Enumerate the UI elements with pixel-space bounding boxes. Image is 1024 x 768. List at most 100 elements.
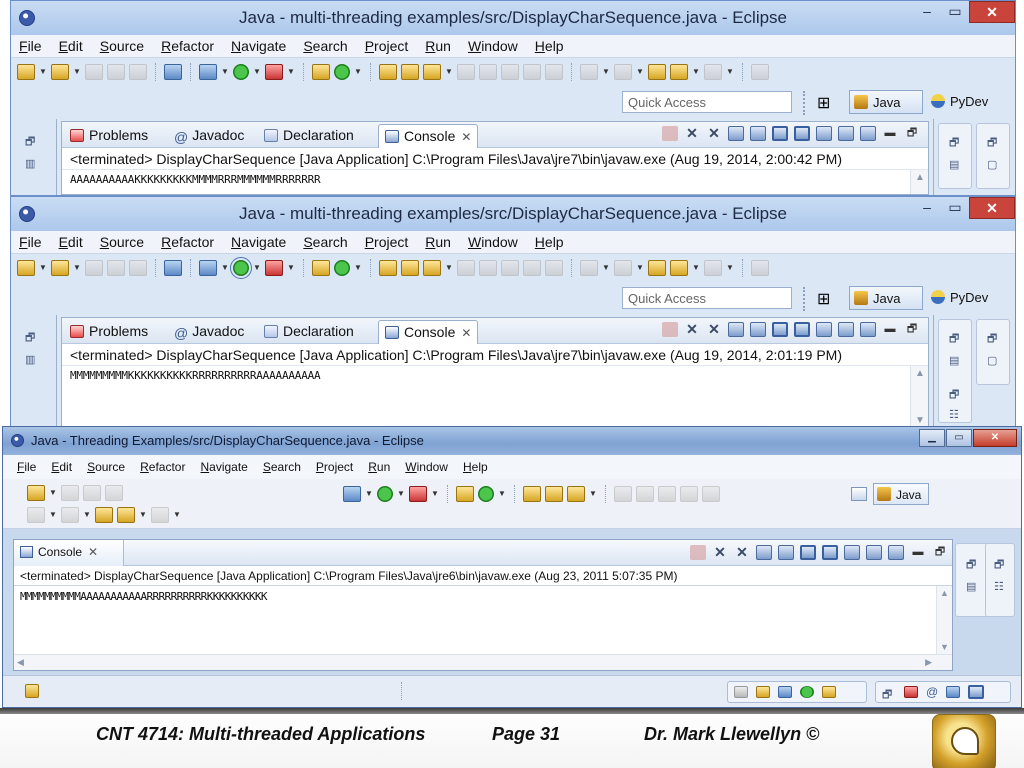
menu-help[interactable]: Help xyxy=(463,460,488,474)
chevron-down-icon[interactable] xyxy=(354,64,362,80)
last-edit-icon[interactable] xyxy=(95,507,113,523)
maximize-button[interactable]: ▭ xyxy=(941,197,969,219)
horizontal-scrollbar[interactable]: ◀ ▶ xyxy=(14,654,952,670)
close-button[interactable]: ✕ xyxy=(969,1,1015,23)
tab-declaration[interactable]: Declaration xyxy=(258,124,360,148)
menu-run[interactable]: Run xyxy=(368,460,390,474)
title-bar[interactable]: Java - multi-threading examples/src/Disp… xyxy=(11,197,1015,231)
menu-source[interactable]: Source xyxy=(87,460,125,474)
save-icon[interactable] xyxy=(61,485,79,501)
annotation-icon[interactable] xyxy=(457,259,475,276)
menu-edit[interactable]: Edit xyxy=(51,460,72,474)
chevron-down-icon[interactable] xyxy=(445,64,453,80)
problems-icon[interactable] xyxy=(904,686,918,698)
restore-icon[interactable]: 🗗 xyxy=(994,556,1008,571)
minimize-icon[interactable]: ▬ xyxy=(882,126,898,141)
next-annotation-icon[interactable] xyxy=(27,507,45,523)
grip-handle[interactable] xyxy=(803,287,807,311)
external-tools-icon[interactable] xyxy=(409,486,427,502)
maximize-button[interactable]: ▭ xyxy=(946,429,972,447)
back-arrow-icon[interactable] xyxy=(670,259,688,276)
tree-icon[interactable]: ☷ xyxy=(994,580,1008,593)
console-icon[interactable] xyxy=(968,685,985,699)
menu-source[interactable]: Source xyxy=(100,38,144,54)
menu-help[interactable]: Help xyxy=(535,38,564,54)
terminate-icon[interactable] xyxy=(662,322,678,337)
chevron-down-icon[interactable] xyxy=(39,64,47,80)
tab-declaration[interactable]: Declaration xyxy=(258,320,360,344)
paragraph-icon[interactable] xyxy=(545,63,563,80)
menu-navigate[interactable]: Navigate xyxy=(231,234,286,250)
new-icon[interactable] xyxy=(17,259,35,276)
vertical-scrollbar[interactable]: ▲ xyxy=(910,170,928,194)
last-edit-icon[interactable] xyxy=(648,259,666,276)
prev-annotation-icon[interactable] xyxy=(61,507,79,523)
save-icon[interactable] xyxy=(85,259,103,276)
menu-edit[interactable]: Edit xyxy=(59,38,83,54)
chevron-down-icon[interactable] xyxy=(589,486,597,502)
menu-search[interactable]: Search xyxy=(263,460,301,474)
forward-arrow-icon[interactable] xyxy=(151,507,169,523)
minimize-icon[interactable]: ▬ xyxy=(910,545,926,560)
remove-launch-icon[interactable]: ✕ xyxy=(684,322,700,337)
new-project-icon[interactable] xyxy=(51,63,69,80)
chevron-down-icon[interactable] xyxy=(365,486,373,502)
maximize-icon[interactable]: 🗗 xyxy=(904,126,920,141)
show-on-error-icon[interactable] xyxy=(794,322,810,337)
open-type-icon[interactable] xyxy=(379,259,397,276)
hierarchy-icon[interactable]: ▥ xyxy=(25,353,39,366)
chevron-down-icon[interactable] xyxy=(397,486,405,502)
perspective-pydev-button[interactable]: PyDev xyxy=(927,90,1007,114)
perspective-pydev-button[interactable]: PyDev xyxy=(927,286,1007,310)
prev-annotation-icon[interactable] xyxy=(614,259,632,276)
edit-icon[interactable] xyxy=(479,63,497,80)
scroll-up-icon[interactable]: ▲ xyxy=(915,368,925,379)
scroll-down-icon[interactable]: ▼ xyxy=(940,642,949,652)
quick-access-input[interactable]: Quick Access xyxy=(622,91,792,113)
new-class-icon[interactable] xyxy=(334,63,350,80)
perspective-java-button[interactable]: Java xyxy=(873,483,929,505)
paragraph-icon[interactable] xyxy=(545,259,563,276)
new-icon[interactable] xyxy=(17,63,35,80)
open-perspective-icon[interactable] xyxy=(851,487,867,501)
display-console-icon[interactable] xyxy=(866,545,882,560)
new-class-icon[interactable] xyxy=(334,259,350,276)
chevron-down-icon[interactable] xyxy=(602,64,610,80)
chevron-down-icon[interactable] xyxy=(287,64,295,80)
restore-icon[interactable]: 🗗 xyxy=(882,686,896,701)
image-icon[interactable] xyxy=(778,686,792,698)
show-on-output-icon[interactable] xyxy=(800,545,816,560)
pin-icon[interactable] xyxy=(751,259,769,276)
remove-all-icon[interactable]: ✕ xyxy=(734,545,750,560)
star-icon[interactable] xyxy=(822,686,836,698)
menu-file[interactable]: File xyxy=(19,38,42,54)
outline-icon[interactable]: ▤ xyxy=(949,354,963,367)
show-on-error-icon[interactable] xyxy=(822,545,838,560)
menu-project[interactable]: Project xyxy=(365,38,409,54)
open-folder-icon[interactable] xyxy=(401,63,419,80)
open-console-icon[interactable] xyxy=(860,126,876,141)
maximize-icon[interactable]: 🗗 xyxy=(932,545,948,560)
print-icon[interactable] xyxy=(105,485,123,501)
hierarchy-icon[interactable] xyxy=(734,686,748,698)
close-button[interactable]: ✕ xyxy=(969,197,1015,219)
chevron-down-icon[interactable] xyxy=(602,260,610,276)
remove-launch-icon[interactable]: ✕ xyxy=(712,545,728,560)
tree-icon[interactable]: ☷ xyxy=(949,408,963,421)
pin-console-icon[interactable] xyxy=(816,126,832,141)
open-console-icon[interactable] xyxy=(888,545,904,560)
clear-console-icon[interactable] xyxy=(728,126,744,141)
run-icon[interactable] xyxy=(377,486,393,502)
edit-icon[interactable] xyxy=(636,486,654,502)
chevron-down-icon[interactable] xyxy=(636,260,644,276)
outline-icon[interactable]: ▤ xyxy=(966,580,980,593)
prev-annotation-icon[interactable] xyxy=(614,63,632,80)
restore-icon[interactable]: 🗗 xyxy=(949,134,963,149)
restore-icon[interactable]: 🗗 xyxy=(987,330,1001,345)
close-icon[interactable]: ✕ xyxy=(461,326,471,340)
vertical-scrollbar[interactable]: ▲ ▼ xyxy=(910,366,928,428)
fast-view-icon[interactable] xyxy=(25,684,39,698)
new-class-icon[interactable] xyxy=(478,486,494,502)
chevron-down-icon[interactable] xyxy=(287,260,295,276)
close-icon[interactable]: ✕ xyxy=(88,545,98,559)
